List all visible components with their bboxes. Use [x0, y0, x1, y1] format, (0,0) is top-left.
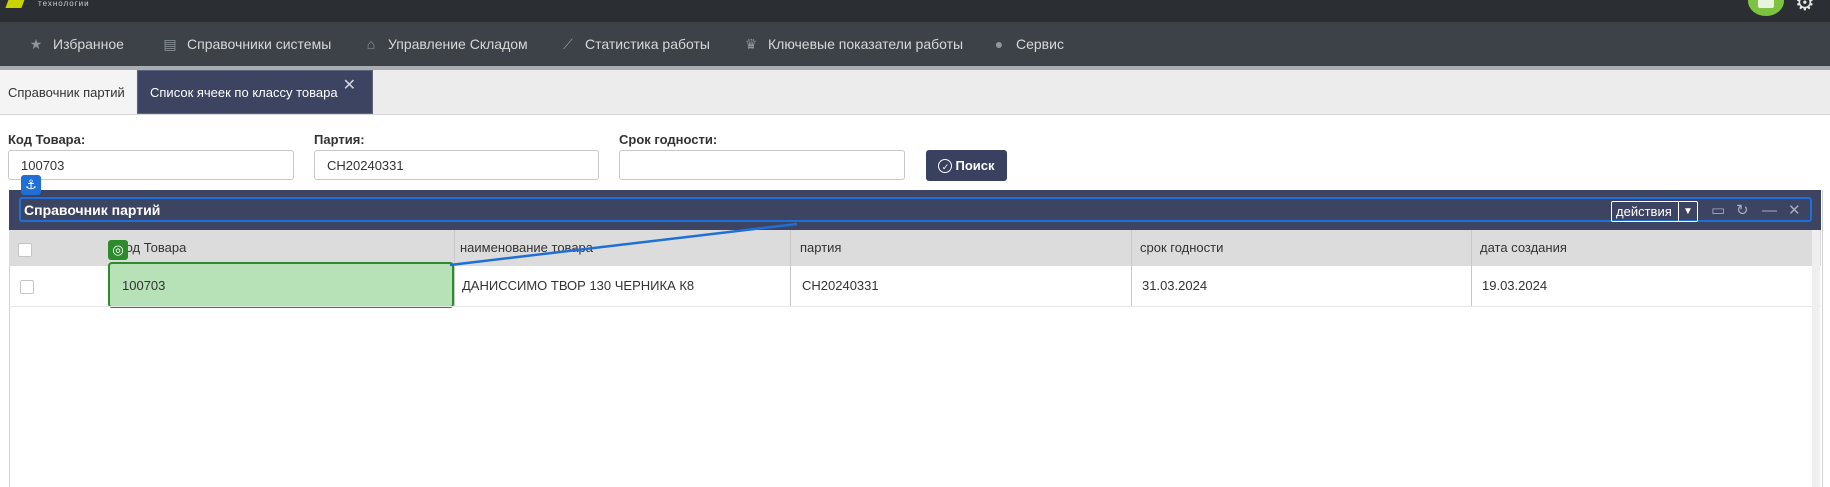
- anchor-icon: ⚓: [21, 175, 41, 195]
- connector-overlay: [449, 222, 798, 267]
- target-icon: ◎: [108, 240, 128, 260]
- connector-line: [449, 222, 798, 267]
